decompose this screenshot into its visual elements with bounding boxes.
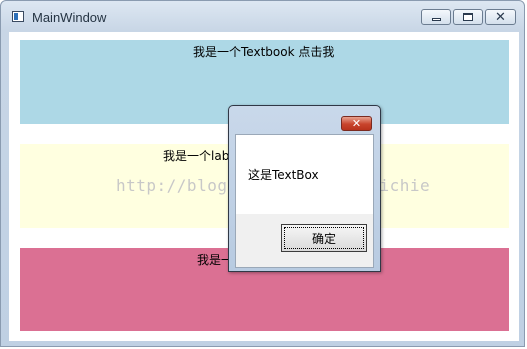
dialog-message: 这是TextBox (248, 168, 319, 182)
message-box: ✕ 这是TextBox 确定 (228, 105, 381, 272)
ok-button[interactable]: 确定 (281, 224, 367, 252)
dialog-body: 这是TextBox 确定 (235, 134, 374, 268)
dialog-message-area: 这是TextBox (236, 135, 373, 214)
minimize-button[interactable] (421, 9, 451, 25)
maximize-icon (463, 13, 473, 21)
dialog-close-button[interactable]: ✕ (341, 116, 372, 131)
close-button[interactable]: ✕ (485, 9, 516, 25)
label-panel-text: 我是一个lab (163, 149, 230, 163)
app-window-icon (12, 11, 24, 22)
minimize-icon (431, 18, 441, 21)
close-icon: ✕ (495, 9, 506, 25)
textbook-panel-text: 我是一个Textbook 点击我 (193, 45, 335, 59)
window-title: MainWindow (32, 10, 107, 25)
close-icon: ✕ (351, 117, 362, 130)
maximize-button[interactable] (453, 9, 483, 25)
title-bar[interactable]: MainWindow ✕ (1, 1, 524, 33)
